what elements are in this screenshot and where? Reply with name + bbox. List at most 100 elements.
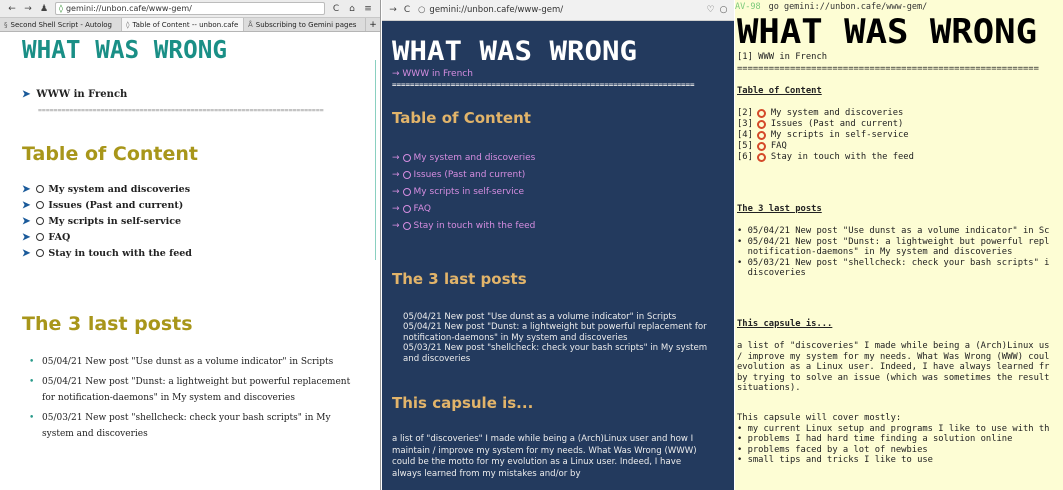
toc-label: My scripts in self-service bbox=[48, 215, 182, 227]
toc-item-scripts[interactable]: ➤ My scripts in self-service bbox=[22, 213, 380, 229]
circle-icon bbox=[756, 120, 766, 129]
toc-label: My system and discoveries bbox=[413, 152, 536, 163]
posts-block: 05/04/21 New post "Use dunst as a volume… bbox=[403, 312, 708, 364]
capsule-paragraph: a list of "discoveries" I made while bei… bbox=[737, 341, 1050, 394]
bookmark-icon[interactable]: ♡ bbox=[704, 5, 717, 15]
circle-icon bbox=[402, 153, 411, 162]
reload-button[interactable]: C bbox=[400, 5, 414, 15]
toc-label: Issues (Past and current) bbox=[413, 169, 526, 180]
toc-item-faq[interactable]: [5] FAQ bbox=[737, 141, 787, 152]
page-content: WHAT WAS WRONG → WWW in French =========… bbox=[382, 21, 734, 480]
home-button[interactable]: ⌂ bbox=[344, 2, 360, 16]
arrow-icon: ➤ bbox=[22, 183, 31, 195]
page-content: WHAT WAS WRONG WHAT WAS WRONG ➤ WWW in Fr… bbox=[0, 32, 380, 442]
toc-item-scripts[interactable]: [4] My scripts in self-service bbox=[737, 130, 909, 141]
site-logo: WHAT WAS WRONG WHAT WAS WRONG bbox=[22, 35, 227, 64]
circle-icon bbox=[36, 233, 45, 241]
site-logo: WHAT WAS WRONG bbox=[737, 12, 1037, 46]
posts-block: • 05/04/21 New post "Use dunst as a volu… bbox=[737, 226, 1050, 279]
www-french-link[interactable]: ➤ WWW in French bbox=[22, 89, 380, 100]
tab-subscribing[interactable]: Å Subscribing to Gemini pages bbox=[244, 18, 366, 31]
toc-item-scripts[interactable]: → My scripts in self-service bbox=[392, 183, 724, 200]
circle-icon bbox=[402, 204, 411, 213]
toc-list: ➤ My system and discoveries ➤ Issues (Past… bbox=[22, 181, 380, 261]
menu-button[interactable]: ≡ bbox=[360, 2, 376, 16]
terminal-prompt: AV-98 bbox=[735, 2, 761, 12]
toc-item-issues[interactable]: [3] Issues (Past and current) bbox=[737, 119, 903, 130]
toc-label: Issues (Past and current) bbox=[48, 199, 184, 211]
toc-item-system[interactable]: → My system and discoveries bbox=[392, 149, 724, 166]
arrow-icon: ➤ bbox=[22, 199, 31, 211]
posts-list: 05/04/21 New post "Use dunst as a volume… bbox=[22, 354, 352, 442]
forward-button[interactable]: → bbox=[386, 5, 400, 15]
separator: ========================================… bbox=[737, 64, 1039, 74]
circle-icon bbox=[756, 153, 766, 162]
capsule-heading: This capsule is... bbox=[737, 319, 833, 329]
command-line[interactable]: AV-98 go gemini://unbon.cafe/www-gem/ bbox=[735, 2, 927, 12]
arrow-icon: ➤ bbox=[22, 215, 31, 227]
tab-bar: § Second Shell Script - Autolog ◊ Table of… bbox=[0, 18, 380, 32]
terminal-window: AV-98 go gemini://unbon.cafe/www-gem/ WHA… bbox=[735, 0, 1063, 490]
tab-table-of-content[interactable]: ◊ Table of Content -- unbon.cafe bbox=[122, 18, 244, 31]
toc-number: [6] bbox=[737, 152, 753, 162]
globe-icon: ○ bbox=[418, 5, 426, 15]
toc-item-feed[interactable]: [6] Stay in touch with the feed bbox=[737, 152, 914, 163]
toc-label: Stay in touch with the feed bbox=[770, 152, 914, 162]
lock-icon: ◊ bbox=[59, 4, 63, 13]
circle-icon bbox=[36, 217, 45, 225]
toc-number: [3] bbox=[737, 119, 753, 129]
forward-button[interactable]: → bbox=[20, 2, 36, 16]
circle-icon bbox=[756, 142, 766, 151]
www-french-link[interactable]: [1] WWW in French bbox=[737, 52, 827, 63]
circle-icon bbox=[402, 170, 411, 179]
toc-heading: Table of Content bbox=[737, 86, 822, 96]
arrow-icon: → bbox=[392, 169, 400, 180]
toc-label: Stay in touch with the feed bbox=[413, 220, 536, 231]
tab-label: Second Shell Script - Autolog bbox=[10, 20, 113, 29]
toc-item-system[interactable]: [2] My system and discoveries bbox=[737, 108, 903, 119]
separator: ========================================… bbox=[392, 80, 695, 89]
toc-item-issues[interactable]: ➤ Issues (Past and current) bbox=[22, 197, 380, 213]
back-button[interactable]: ← bbox=[4, 2, 20, 16]
toc-label: My scripts in self-service bbox=[770, 130, 909, 140]
svg-text:WHAT WAS WRONG: WHAT WAS WRONG bbox=[737, 12, 1037, 46]
toc-item-feed[interactable]: → Stay in touch with the feed bbox=[392, 217, 724, 234]
arrow-icon: ➤ bbox=[22, 89, 31, 100]
user-icon: ♟ bbox=[39, 3, 49, 14]
toc-number: [4] bbox=[737, 130, 753, 140]
status-icon[interactable]: ○ bbox=[717, 5, 730, 15]
toc-label: FAQ bbox=[413, 203, 431, 214]
toc-label: FAQ bbox=[48, 231, 71, 243]
toc-item-faq[interactable]: → FAQ bbox=[392, 200, 724, 217]
circle-icon bbox=[402, 187, 411, 196]
new-tab-button[interactable]: + bbox=[366, 18, 380, 31]
last-posts-heading: The 3 last posts bbox=[392, 270, 527, 288]
tab-icon: § bbox=[4, 20, 8, 29]
reload-button[interactable]: C bbox=[328, 2, 344, 16]
circle-icon bbox=[36, 185, 45, 193]
www-french-link[interactable]: → WWW in French bbox=[392, 69, 724, 79]
toc-heading: Table of Content bbox=[22, 143, 198, 165]
toc-item-faq[interactable]: ➤ FAQ bbox=[22, 229, 380, 245]
separator: ========================================… bbox=[38, 106, 324, 114]
toc-item-system[interactable]: ➤ My system and discoveries bbox=[22, 181, 380, 197]
site-logo: WHAT WAS WRONG bbox=[392, 36, 637, 67]
address-bar[interactable]: ○ gemini://unbon.cafe/www-gem/ bbox=[414, 5, 704, 15]
tab-autolog[interactable]: § Second Shell Script - Autolog bbox=[0, 18, 122, 31]
dark-browser-window: → C ○ gemini://unbon.cafe/www-gem/ ♡ ○ W… bbox=[382, 0, 734, 490]
navigation-bar: ← → ♟ ◊ gemini://unbon.cafe/www-gem/ C ⌂… bbox=[0, 0, 380, 18]
toc-number: [5] bbox=[737, 141, 753, 151]
scrollbar[interactable] bbox=[375, 60, 376, 260]
toc-item-feed[interactable]: ➤ Stay in touch with the feed bbox=[22, 245, 380, 261]
toc-label: Stay in touch with the feed bbox=[48, 247, 192, 259]
last-posts-heading: The 3 last posts bbox=[22, 313, 193, 335]
toc-item-issues[interactable]: → Issues (Past and current) bbox=[392, 166, 724, 183]
arrow-icon: ➤ bbox=[22, 231, 31, 243]
toc-label: My scripts in self-service bbox=[413, 186, 525, 197]
circle-icon bbox=[36, 201, 45, 209]
address-bar[interactable]: ◊ gemini://unbon.cafe/www-gem/ bbox=[55, 2, 325, 15]
svg-text:WHAT WAS WRONG: WHAT WAS WRONG bbox=[22, 35, 227, 62]
tab-label: Subscribing to Gemini pages bbox=[255, 20, 357, 29]
circle-icon bbox=[756, 109, 766, 118]
cover-list: This capsule will cover mostly: • my cur… bbox=[737, 413, 1050, 466]
